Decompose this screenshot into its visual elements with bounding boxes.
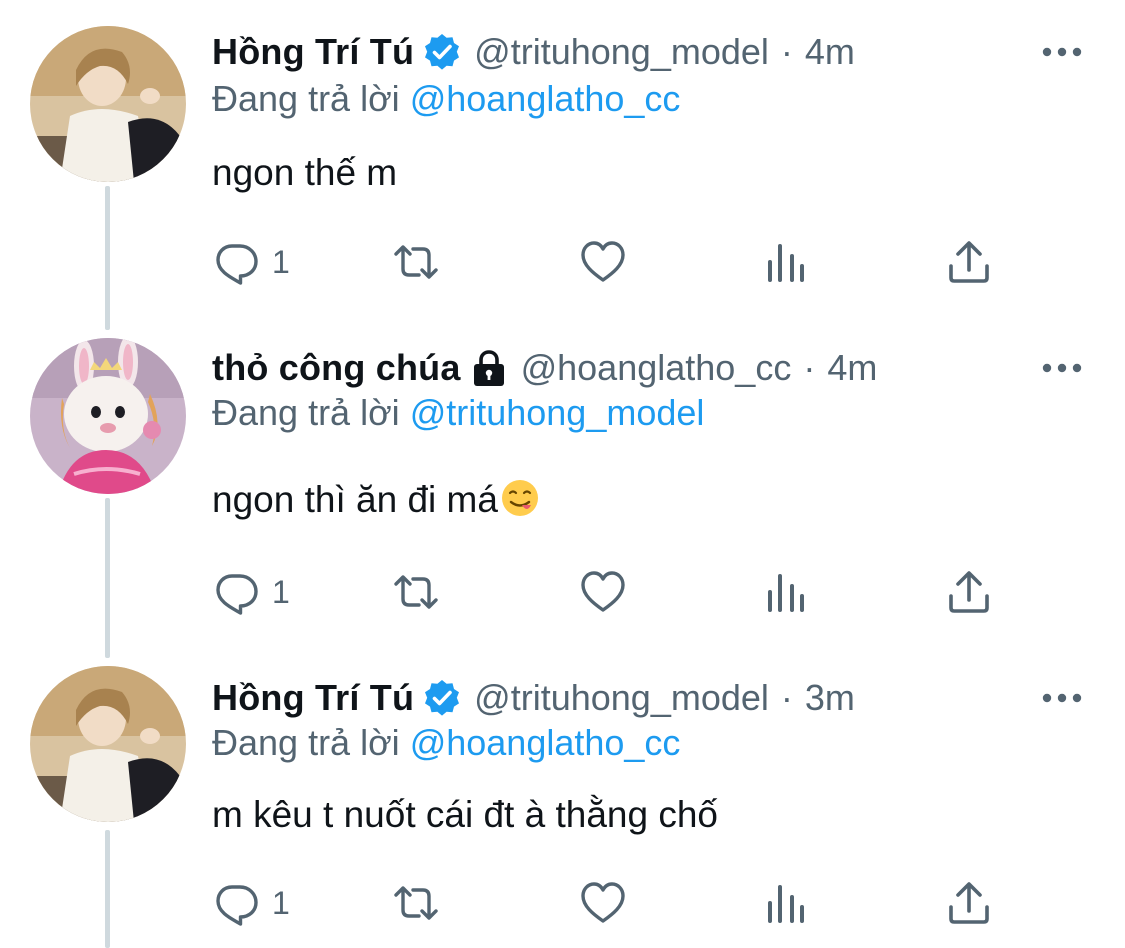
analytics-button[interactable] xyxy=(762,878,810,928)
like-icon xyxy=(581,241,625,282)
retweet-icon xyxy=(394,886,438,920)
separator-dot: · xyxy=(803,347,816,388)
replying-to: Đang trả lời @trituhong_model xyxy=(212,392,704,434)
reply-button[interactable]: 1 xyxy=(212,878,290,928)
reply-button[interactable]: 1 xyxy=(212,567,290,617)
more-options-icon[interactable] xyxy=(1040,358,1084,378)
replying-to-label: Đang trả lời xyxy=(212,78,400,119)
separator-dot: · xyxy=(780,677,793,718)
tweet-header: Hồng Trí Tú @trituhong_model · 3m xyxy=(212,672,855,724)
share-icon xyxy=(949,882,989,924)
display-name[interactable]: Hồng Trí Tú xyxy=(212,31,414,73)
analytics-icon xyxy=(768,244,804,282)
reply-count: 1 xyxy=(272,884,290,921)
retweet-icon xyxy=(394,575,438,609)
tweet[interactable]: thỏ công chúa @hoanglatho_cc · 4m Đang t… xyxy=(0,330,1125,660)
user-handle[interactable]: @trituhong_model xyxy=(474,31,769,73)
replying-to: Đang trả lời @hoanglatho_cc xyxy=(212,722,680,764)
analytics-icon xyxy=(768,885,804,923)
tweet-text: ngon thế m xyxy=(212,152,398,193)
timestamp[interactable]: 4m xyxy=(805,31,855,73)
share-icon xyxy=(949,571,989,613)
tweet-text: ngon thì ăn đi má xyxy=(212,478,540,521)
tweet-header: Hồng Trí Tú @trituhong_model · 4m xyxy=(212,26,855,78)
tweet-actions: 1 xyxy=(212,567,1012,617)
like-icon xyxy=(581,882,625,923)
analytics-button[interactable] xyxy=(762,567,810,617)
reply-icon xyxy=(216,885,258,926)
avatar[interactable] xyxy=(30,666,186,822)
display-name[interactable]: Hồng Trí Tú xyxy=(212,677,414,719)
retweet-button[interactable] xyxy=(392,237,440,287)
share-button[interactable] xyxy=(945,237,993,287)
reply-count: 1 xyxy=(272,573,290,610)
like-button[interactable] xyxy=(579,878,627,928)
share-button[interactable] xyxy=(945,878,993,928)
reply-count: 1 xyxy=(272,243,290,280)
separator-dot: · xyxy=(780,31,793,72)
verified-badge-icon xyxy=(422,678,462,718)
display-name[interactable]: thỏ công chúa xyxy=(212,347,461,389)
tweet-text: m kêu t nuốt cái đt à thằng chố xyxy=(212,794,718,835)
tweet-actions: 1 xyxy=(212,878,1012,928)
reply-icon xyxy=(216,574,258,615)
reply-mention-link[interactable]: @hoanglatho_cc xyxy=(410,722,681,763)
tweet-header: thỏ công chúa @hoanglatho_cc · 4m xyxy=(212,342,877,394)
more-options-icon[interactable] xyxy=(1040,688,1084,708)
avatar[interactable] xyxy=(30,26,186,182)
share-icon xyxy=(949,241,989,283)
retweet-button[interactable] xyxy=(392,878,440,928)
share-button[interactable] xyxy=(945,567,993,617)
like-icon xyxy=(581,571,625,612)
reply-button[interactable]: 1 xyxy=(212,237,290,287)
replying-to-label: Đang trả lời xyxy=(212,392,400,433)
timestamp[interactable]: 4m xyxy=(827,347,877,389)
user-handle[interactable]: @hoanglatho_cc xyxy=(521,347,792,389)
tweet[interactable]: Hồng Trí Tú @trituhong_model · 4m Đang t… xyxy=(0,0,1125,330)
tweet-actions: 1 xyxy=(212,237,1012,287)
retweet-icon xyxy=(394,245,438,279)
yum-face-emoji xyxy=(500,478,540,518)
tweet[interactable]: Hồng Trí Tú @trituhong_model · 3m Đang t… xyxy=(0,660,1125,948)
more-options-icon[interactable] xyxy=(1040,42,1084,62)
like-button[interactable] xyxy=(579,567,627,617)
retweet-button[interactable] xyxy=(392,567,440,617)
reply-mention-link[interactable]: @hoanglatho_cc xyxy=(410,78,681,119)
replying-to-label: Đang trả lời xyxy=(212,722,400,763)
like-button[interactable] xyxy=(579,237,627,287)
reply-icon xyxy=(216,244,258,285)
avatar[interactable] xyxy=(30,338,186,494)
reply-mention-link[interactable]: @trituhong_model xyxy=(410,392,705,433)
lock-icon xyxy=(469,348,509,388)
replying-to: Đang trả lời @hoanglatho_cc xyxy=(212,78,680,120)
user-handle[interactable]: @trituhong_model xyxy=(474,677,769,719)
analytics-button[interactable] xyxy=(762,237,810,287)
analytics-icon xyxy=(768,574,804,612)
timestamp[interactable]: 3m xyxy=(805,677,855,719)
verified-badge-icon xyxy=(422,32,462,72)
tweet-text-content: ngon thì ăn đi má xyxy=(212,479,498,520)
